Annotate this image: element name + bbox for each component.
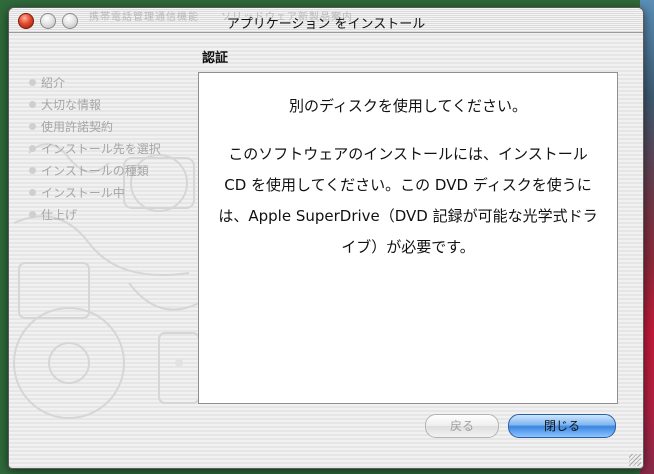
step-bullet-icon <box>29 123 36 130</box>
section-title: 認証 <box>202 51 229 66</box>
step-item: 大切な情報 <box>29 94 161 116</box>
step-item: 使用許諾契約 <box>29 116 161 138</box>
resize-grip-icon[interactable] <box>629 454 641 466</box>
message-heading: 別のディスクを使用してください。 <box>288 97 528 115</box>
step-item: インストールの種類 <box>29 160 161 182</box>
window-title: アプリケーション をインストール <box>226 17 426 32</box>
installer-steps: 紹介 大切な情報 使用許諾契約 インストール先を選択 インストールの種類 インス… <box>29 72 161 226</box>
step-bullet-icon <box>29 167 36 174</box>
close-button[interactable]: 閉じる <box>508 414 616 438</box>
back-button[interactable]: 戻る <box>425 414 499 438</box>
step-bullet-icon <box>29 101 36 108</box>
step-bullet-icon <box>29 211 36 218</box>
title-bar[interactable]: 携帯電話管理通信機能 ソリッドウェア新製品案内 アプリケーション をインストール <box>9 8 643 33</box>
step-item: 紹介 <box>29 72 161 94</box>
step-item: インストール中 <box>29 182 161 204</box>
step-bullet-icon <box>29 79 36 86</box>
installer-window: 携帯電話管理通信機能 ソリッドウェア新製品案内 アプリケーション をインストール… <box>8 7 644 469</box>
step-item: 仕上げ <box>29 204 161 226</box>
message-body: このソフトウェアのインストールには、インストール CD を使用してください。この… <box>218 145 598 256</box>
content-panel: 別のディスクを使用してください。 このソフトウェアのインストールには、インストー… <box>198 72 618 404</box>
step-bullet-icon <box>29 189 36 196</box>
step-item: インストール先を選択 <box>29 138 161 160</box>
step-bullet-icon <box>29 145 36 152</box>
